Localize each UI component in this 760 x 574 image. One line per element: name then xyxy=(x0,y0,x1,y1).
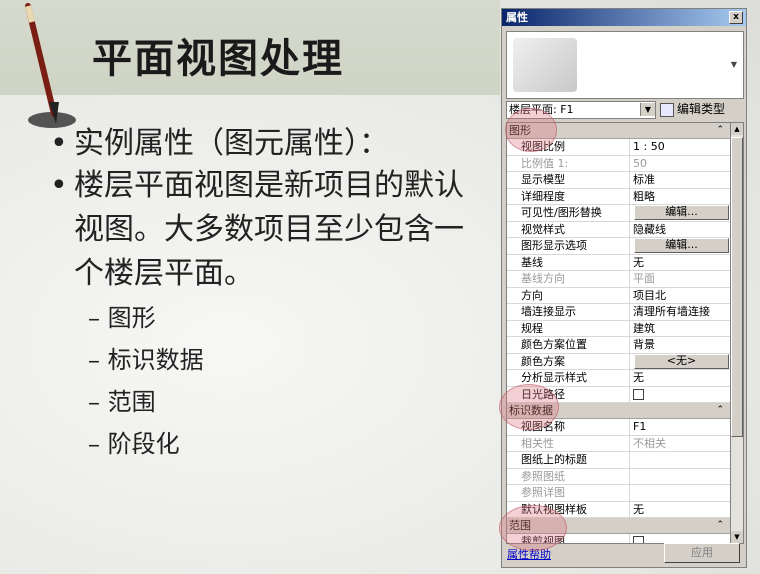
scroll-down-icon[interactable]: ▼ xyxy=(731,531,743,543)
identity-rows: 视图名称 F1 相关性 不相关 图纸上的标题 参照图纸 参照详图 默认视图样板无 xyxy=(507,419,730,518)
property-value: 不相关 xyxy=(633,436,666,450)
property-row[interactable]: 分析显示样式无 xyxy=(507,370,730,387)
property-value[interactable]: 编辑... xyxy=(630,205,730,221)
bullet-floor-plan: • 楼层平面视图是新项目的默认视图。大多数项目至少包含一个楼层平面。 xyxy=(50,164,490,296)
slide-title: 平面视图处理 xyxy=(92,35,344,82)
properties-palette: 属性 x ▼ 楼层平面: F1 ▼ 编辑类型 图形 ⌃ 视图比例 1 : 50 比例值… xyxy=(501,8,747,568)
property-row[interactable]: 颜色方案 <无> xyxy=(507,353,730,370)
apply-button[interactable]: 应用 xyxy=(664,543,740,563)
property-value[interactable] xyxy=(630,387,730,403)
property-row[interactable]: 参照详图 xyxy=(507,485,730,502)
scroll-thumb[interactable] xyxy=(731,137,743,437)
property-row[interactable]: 相关性 不相关 xyxy=(507,435,730,452)
property-row[interactable]: 显示模型 标准 xyxy=(507,172,730,189)
property-value[interactable]: 项目北 xyxy=(630,288,730,304)
brush-icon xyxy=(25,3,76,128)
property-row[interactable]: 规程 建筑 xyxy=(507,320,730,337)
scroll-up-icon[interactable]: ▲ xyxy=(731,123,743,135)
property-name: 详细程度 xyxy=(507,188,630,204)
property-value[interactable]: 建筑 xyxy=(630,321,730,337)
highlight-graphics xyxy=(505,108,557,152)
property-value[interactable]: 隐藏线 xyxy=(630,222,730,238)
property-value[interactable]: F1 xyxy=(630,419,730,435)
property-value: 平面 xyxy=(633,272,655,285)
property-name: 规程 xyxy=(507,320,630,336)
property-name: 基线方向 xyxy=(507,271,630,287)
checkbox[interactable] xyxy=(633,536,644,543)
property-value xyxy=(630,485,730,501)
property-name: 基线 xyxy=(507,254,630,270)
edit-value-button[interactable]: 编辑... xyxy=(634,205,729,220)
property-name: 颜色方案位置 xyxy=(507,337,630,353)
property-row[interactable]: 视觉样式 隐藏线 xyxy=(507,221,730,238)
property-row[interactable]: 图形显示选项 编辑... xyxy=(507,238,730,255)
property-name: 参照图纸 xyxy=(507,468,630,484)
edit-type-label: 编辑类型 xyxy=(677,102,726,116)
edit-value-button[interactable]: 编辑... xyxy=(634,238,729,253)
bullet2-text: 楼层平面视图是新项目的默认视图。大多数项目至少包含一个楼层平面。 xyxy=(74,168,464,291)
property-value[interactable]: 粗略 xyxy=(630,189,730,205)
property-value xyxy=(630,469,730,485)
subitem-graphics: – 图形 xyxy=(88,304,156,332)
property-name: 参照详图 xyxy=(507,485,630,501)
property-row[interactable]: 可见性/图形替换 编辑... xyxy=(507,205,730,222)
property-name: 墙连接显示 xyxy=(507,304,630,320)
close-icon[interactable]: x xyxy=(729,11,743,24)
property-row[interactable]: 详细程度 粗略 xyxy=(507,188,730,205)
collapse-icon[interactable]: ⌃ xyxy=(716,518,724,533)
property-row[interactable]: 颜色方案位置 背景 xyxy=(507,337,730,354)
family-preview-icon xyxy=(513,38,577,92)
property-row[interactable]: 方向 项目北 xyxy=(507,287,730,304)
property-value[interactable]: 无 xyxy=(630,370,730,386)
property-value[interactable]: 标准 xyxy=(630,172,730,188)
property-row[interactable]: 基线方向 平面 xyxy=(507,271,730,288)
chevron-down-icon[interactable]: ▼ xyxy=(731,60,737,69)
palette-title: 属性 xyxy=(506,11,528,24)
graphics-rows: 视图比例 1 : 50 比例值 1: 50 显示模型 标准 详细程度 粗略 可见性/图形替换 编辑… xyxy=(507,139,730,403)
subitem-phasing: – 阶段化 xyxy=(88,430,180,458)
property-value[interactable] xyxy=(630,452,730,468)
edit-value-button[interactable]: <无> xyxy=(634,353,729,369)
property-name: 比例值 1: xyxy=(507,155,630,171)
property-value: 50 xyxy=(633,156,647,170)
property-value[interactable]: 无 xyxy=(630,502,730,518)
edit-type-button[interactable]: 编辑类型 xyxy=(660,101,725,117)
property-row[interactable]: 基线无 xyxy=(507,254,730,271)
property-name: 方向 xyxy=(507,287,630,303)
property-name: 相关性 xyxy=(507,435,630,451)
collapse-icon[interactable]: ⌃ xyxy=(716,123,724,138)
subitem-identity: – 标识数据 xyxy=(88,346,204,374)
property-value[interactable]: 无 xyxy=(630,255,730,271)
property-row[interactable]: 图纸上的标题 xyxy=(507,452,730,469)
property-value[interactable]: 1 : 50 xyxy=(630,139,730,155)
subitem-extents: – 范围 xyxy=(88,388,156,416)
property-row[interactable]: 墙连接显示 清理所有墙连接 xyxy=(507,304,730,321)
palette-titlebar: 属性 x xyxy=(502,9,746,26)
type-preview: ▼ xyxy=(506,31,744,99)
collapse-icon[interactable]: ⌃ xyxy=(716,403,724,418)
property-row[interactable]: 比例值 1: 50 xyxy=(507,155,730,172)
property-value[interactable]: 编辑... xyxy=(630,238,730,254)
checkbox[interactable] xyxy=(633,388,644,400)
property-name: 显示模型 xyxy=(507,172,630,188)
bullet1-text: 实例属性（图元属性）： xyxy=(74,126,389,161)
highlight-extents xyxy=(499,505,567,551)
property-row[interactable]: 参照图纸 xyxy=(507,468,730,485)
properties-grid: 图形 ⌃ 视图比例 1 : 50 比例值 1: 50 显示模型 标准 详细程度 粗略 可见性/图形… xyxy=(506,122,731,544)
highlight-identity xyxy=(499,384,559,430)
property-value[interactable]: <无> xyxy=(630,353,730,370)
bullet-instance-properties: • 实例属性（图元属性）： xyxy=(50,126,389,161)
property-value[interactable]: 背景 xyxy=(630,337,730,353)
property-value[interactable]: 清理所有墙连接 xyxy=(630,304,730,320)
edit-type-icon xyxy=(660,102,674,117)
property-name: 可见性/图形替换 xyxy=(507,205,630,221)
grid-scrollbar[interactable]: ▲ ▼ xyxy=(730,122,744,544)
dropdown-arrow-icon[interactable]: ▼ xyxy=(640,103,655,116)
property-name: 图形显示选项 xyxy=(507,238,630,254)
property-name: 视觉样式 xyxy=(507,221,630,237)
property-name: 图纸上的标题 xyxy=(507,452,630,468)
property-name: 颜色方案 xyxy=(507,353,630,369)
